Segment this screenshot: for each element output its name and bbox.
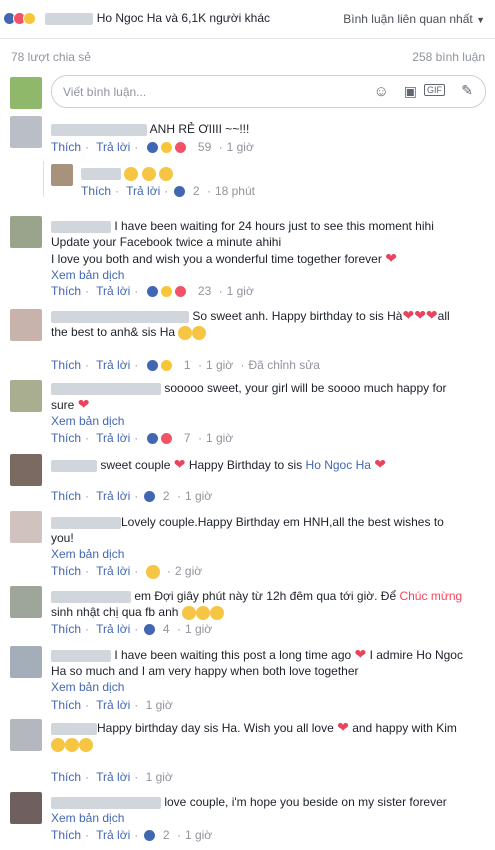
- comment-actions: Thích · Trả lời · 1 giờ: [51, 698, 173, 712]
- comment-actions: Thích · Trả lời · 23 · 1 giờ: [51, 284, 254, 299]
- reply-name[interactable]: [81, 167, 121, 180]
- comment-actions: Thích · Trả lời · 7 · 1 giờ: [51, 431, 234, 446]
- commenter-avatar[interactable]: [10, 792, 42, 824]
- timestamp[interactable]: 1 giờ: [227, 140, 254, 154]
- comment-placeholder: Viết bình luận...: [63, 85, 147, 99]
- reaction-count[interactable]: 59: [198, 140, 211, 154]
- reaction-icons[interactable]: [145, 141, 191, 155]
- haha-reaction-icon: [23, 12, 36, 26]
- commenter-avatar[interactable]: [10, 586, 42, 618]
- comment: I have been waiting for 24 hours just to…: [51, 218, 485, 283]
- commenter-avatar[interactable]: [10, 309, 42, 341]
- comment: sooooo sweet, your girl will be soooo mu…: [51, 381, 447, 428]
- comment: love couple, i'm hope you beside on my s…: [51, 795, 447, 825]
- current-user-avatar[interactable]: [10, 77, 42, 109]
- comment: sweet couple ❤ Happy Birthday to sis Ho …: [51, 456, 485, 473]
- sort-dropdown[interactable]: Bình luận liên quan nhất ▼: [343, 12, 485, 26]
- reaction-summary[interactable]: Ho Ngoc Ha và 6,1K người khác: [3, 11, 270, 26]
- commenter-avatar[interactable]: [10, 116, 42, 148]
- comment-actions: Thích · Trả lời · 2 · 1 giờ: [51, 828, 213, 843]
- commenter-avatar[interactable]: [10, 454, 42, 486]
- chevron-down-icon: ▼: [476, 15, 485, 25]
- camera-icon[interactable]: ▣: [404, 83, 417, 100]
- comment-actions: Thích · Trả lời · 1 giờ: [51, 770, 173, 784]
- comment: Lovely couple.Happy Birthday em HNH,all …: [51, 515, 444, 561]
- commenter-avatar[interactable]: [10, 380, 42, 412]
- gif-icon[interactable]: GIF: [424, 84, 445, 96]
- reply-text: [81, 166, 174, 181]
- comment-actions: Thích · Trả lời · 4 · 1 giờ: [51, 622, 213, 637]
- reply-actions: Thích · Trả lời · 2 · 18 phút: [81, 184, 255, 199]
- comment: I have been waiting this post a long tim…: [51, 646, 463, 694]
- commenter-name[interactable]: [51, 123, 147, 136]
- blurred-name: [45, 12, 94, 25]
- comment-count[interactable]: 258 bình luận: [412, 50, 485, 64]
- celebration-link[interactable]: Chúc mừng: [399, 589, 462, 603]
- comment-actions: Thích · Trả lời · 2 · 1 giờ: [51, 489, 213, 504]
- reactors-text[interactable]: Ho Ngoc Ha và 6,1K người khác: [97, 11, 270, 25]
- comment-actions: Thích · Trả lời · 1 · 1 giờ · Đã chỉnh sửa: [51, 358, 320, 373]
- comment-actions: Thích · Trả lời · 59 · 1 giờ: [51, 140, 254, 155]
- like-button[interactable]: Thích: [51, 140, 81, 154]
- comment: So sweet anh. Happy birthday to sis Hà❤❤…: [51, 307, 450, 340]
- commenter-avatar[interactable]: [10, 511, 42, 543]
- commenter-avatar[interactable]: [10, 719, 42, 751]
- reply-avatar[interactable]: [51, 164, 73, 186]
- comment-actions: Thích · Trả lời · · 2 giờ: [51, 564, 203, 579]
- commenter-avatar[interactable]: [10, 216, 42, 248]
- reply-button[interactable]: Trả lời: [96, 140, 130, 154]
- commenter-avatar[interactable]: [10, 646, 42, 678]
- sort-label: Bình luận liên quan nhất: [343, 12, 473, 26]
- comment-input[interactable]: Viết bình luận... ☺ ▣ GIF ✎: [51, 75, 486, 108]
- reaction-icons: [3, 12, 36, 26]
- sticker-icon[interactable]: ✎: [461, 82, 473, 99]
- comment: ANH RẺ ƠIIII ~~!!!: [51, 121, 485, 137]
- emoji-icon[interactable]: ☺: [374, 83, 389, 100]
- comment: Happy birthday day sis Ha. Wish you all …: [51, 719, 485, 752]
- translate-link[interactable]: Xem bản dịch: [51, 267, 485, 283]
- comment: em Đợi giây phút này từ 12h đêm qua tới …: [51, 589, 463, 620]
- share-count[interactable]: 78 lượt chia sẻ: [11, 50, 91, 64]
